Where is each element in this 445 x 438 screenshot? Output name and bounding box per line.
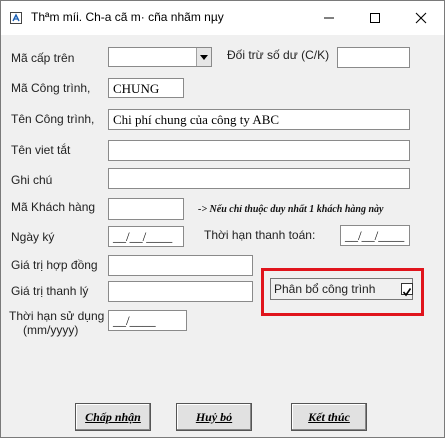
close-icon	[415, 12, 427, 24]
ma-cong-trinh-input[interactable]: CHUNG	[108, 78, 184, 98]
thoi-han-thanh-toan-input[interactable]: __/__/____	[340, 225, 410, 246]
ghi-chu-input[interactable]	[108, 168, 410, 189]
minimize-icon	[324, 17, 334, 19]
khach-hang-hint: -> Nếu chỉ thuộc duy nhất 1 khách hàng n…	[198, 204, 384, 215]
cancel-button[interactable]: Huỷ bỏ	[176, 403, 252, 431]
label-ghi-chu: Ghi chú	[11, 173, 53, 187]
ten-viet-tat-input[interactable]	[108, 140, 410, 161]
label-ma-cap-tren: Mã cấp trên	[11, 51, 75, 65]
doi-tru-input[interactable]	[337, 47, 410, 68]
label-gia-tri-thanh-ly: Giá trị thanh lý	[11, 284, 89, 298]
label-doi-tru: Đối trừ số dư (C/K)	[227, 48, 330, 62]
app-icon	[9, 11, 23, 25]
ngay-ky-input[interactable]: __/__/____	[108, 226, 184, 247]
label-thoi-han-thanh-toan: Thời hạn thanh toán:	[204, 228, 316, 242]
label-ma-khach-hang: Mã Khách hàng	[11, 200, 96, 214]
label-ngay-ky: Ngày ký	[11, 230, 55, 244]
phan-bo-cong-trinh-row[interactable]: Phân bổ công trình	[270, 278, 413, 300]
finish-button[interactable]: Kết thúc	[291, 403, 367, 431]
label-gia-tri-hop-dong: Giá trị hợp đồng	[11, 258, 98, 272]
title-bar[interactable]: Thªm míi. Ch-a cã m· cña nhãm nµy	[1, 1, 444, 35]
checkmark-icon	[402, 288, 412, 297]
phan-bo-cong-trinh-checkbox[interactable]	[401, 283, 413, 297]
gia-tri-hop-dong-input[interactable]	[108, 255, 253, 276]
minimize-button[interactable]	[306, 1, 352, 35]
label-thoi-han-su-dung: Thời hạn sử dụng	[9, 309, 105, 323]
label-thoi-han-format: (mm/yyyy)	[23, 323, 79, 337]
dialog-window: Thªm míi. Ch-a cã m· cña nhãm nµy Mã cấp…	[0, 0, 445, 438]
thoi-han-su-dung-input[interactable]: __/____	[108, 310, 187, 331]
close-button[interactable]	[398, 1, 444, 35]
window-title: Thªm míi. Ch-a cã m· cña nhãm nµy	[31, 10, 224, 24]
label-ma-cong-trinh: Mã Công trình,	[11, 81, 91, 95]
accept-button[interactable]: Chấp nhận	[75, 403, 151, 431]
maximize-button[interactable]	[352, 1, 398, 35]
label-phan-bo-cong-trinh: Phân bổ công trình	[274, 282, 376, 296]
label-ten-viet-tat: Tên viet tắt	[11, 143, 71, 157]
ten-cong-trinh-input[interactable]: Chi phí chung của công ty ABC	[108, 109, 410, 130]
ma-cap-tren-combo[interactable]	[108, 47, 212, 67]
gia-tri-thanh-ly-input[interactable]	[108, 281, 253, 302]
label-ten-cong-trinh: Tên Công trình,	[11, 112, 95, 126]
maximize-icon	[370, 13, 380, 23]
ma-khach-hang-input[interactable]	[108, 198, 184, 220]
chevron-down-icon[interactable]	[196, 48, 211, 66]
